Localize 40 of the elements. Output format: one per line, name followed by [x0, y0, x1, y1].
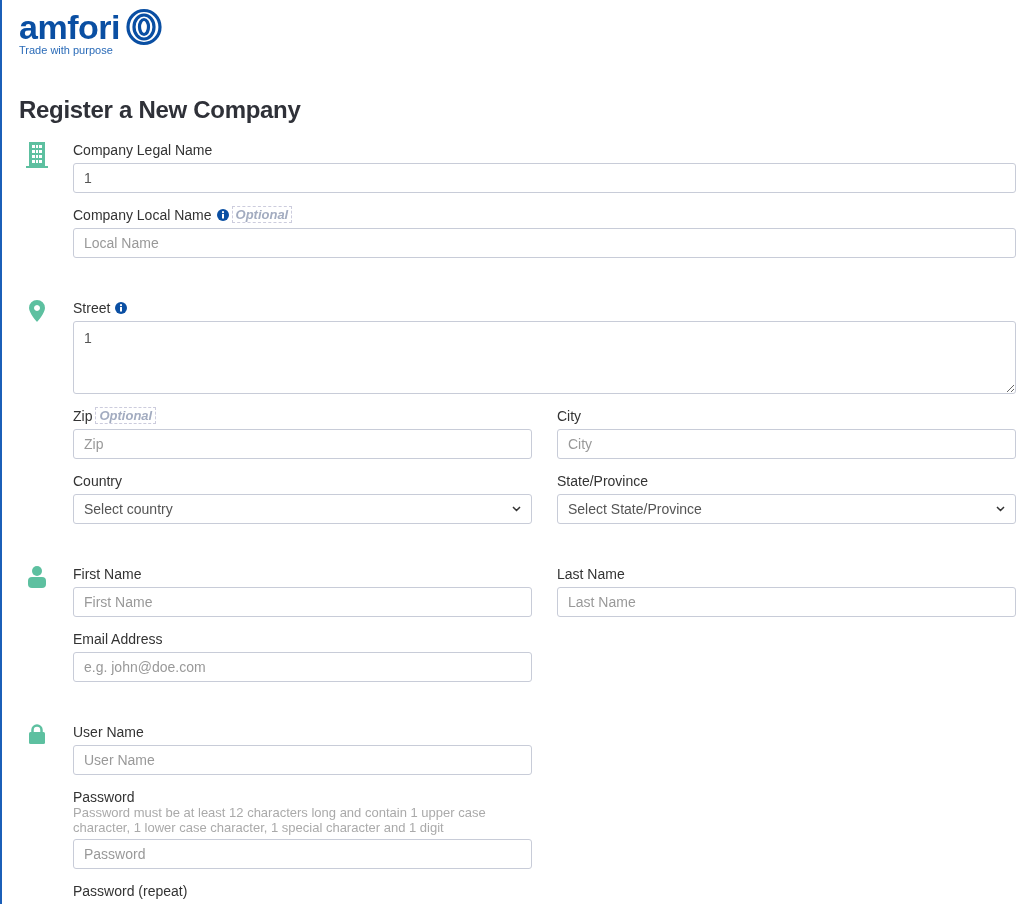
page-heading: Register a New Company — [19, 96, 302, 124]
location-pin-icon — [28, 300, 45, 322]
logo-swirl-icon — [124, 8, 163, 46]
optional-tag: Optional — [95, 407, 157, 424]
info-icon[interactable] — [216, 208, 229, 221]
field-label: Company Legal Name — [73, 141, 213, 158]
field-label: Country — [73, 472, 123, 489]
password-hint: Password must be at least 12 characters long and contain 1 upper case character, 1 lower case character, 1 special character and 1 digit — [73, 805, 487, 835]
select-field[interactable]: Select country — [73, 494, 532, 524]
info-icon[interactable] — [115, 301, 128, 314]
select-field[interactable]: Select State/Province — [557, 494, 1016, 524]
text-field[interactable]: Last Name — [557, 587, 1016, 617]
field-label: Password (repeat) — [73, 882, 188, 899]
text-field[interactable]: User Name — [73, 745, 532, 775]
text-field[interactable]: Password — [73, 839, 532, 869]
text-field[interactable]: 1 — [73, 163, 1016, 193]
text-field[interactable]: City — [557, 429, 1016, 459]
chevron-down-icon — [512, 506, 521, 512]
field-label: State/Province — [557, 472, 649, 489]
field-label: Zip — [73, 407, 93, 424]
logo-wordmark: amfori — [19, 9, 120, 45]
field-label: User Name — [73, 723, 144, 740]
field-label: First Name — [73, 565, 142, 582]
field-label: Company Local Name — [73, 206, 212, 223]
field-label: Password — [73, 788, 135, 805]
text-field[interactable]: Local Name — [73, 228, 1016, 258]
text-area[interactable]: 1 — [73, 321, 1016, 394]
field-label: Last Name — [557, 565, 625, 582]
logo-tagline: Trade with purpose — [19, 44, 114, 56]
chevron-down-icon — [996, 506, 1005, 512]
lock-icon — [28, 724, 45, 744]
text-field[interactable]: Zip — [73, 429, 532, 459]
field-label: City — [557, 407, 582, 424]
building-icon — [25, 142, 48, 168]
person-icon — [27, 566, 46, 588]
optional-tag: Optional — [231, 206, 293, 223]
field-label: Street — [73, 299, 111, 316]
text-field[interactable]: e.g. john@doe.com — [73, 652, 532, 682]
field-label: Email Address — [73, 630, 163, 647]
text-field[interactable]: First Name — [73, 587, 532, 617]
